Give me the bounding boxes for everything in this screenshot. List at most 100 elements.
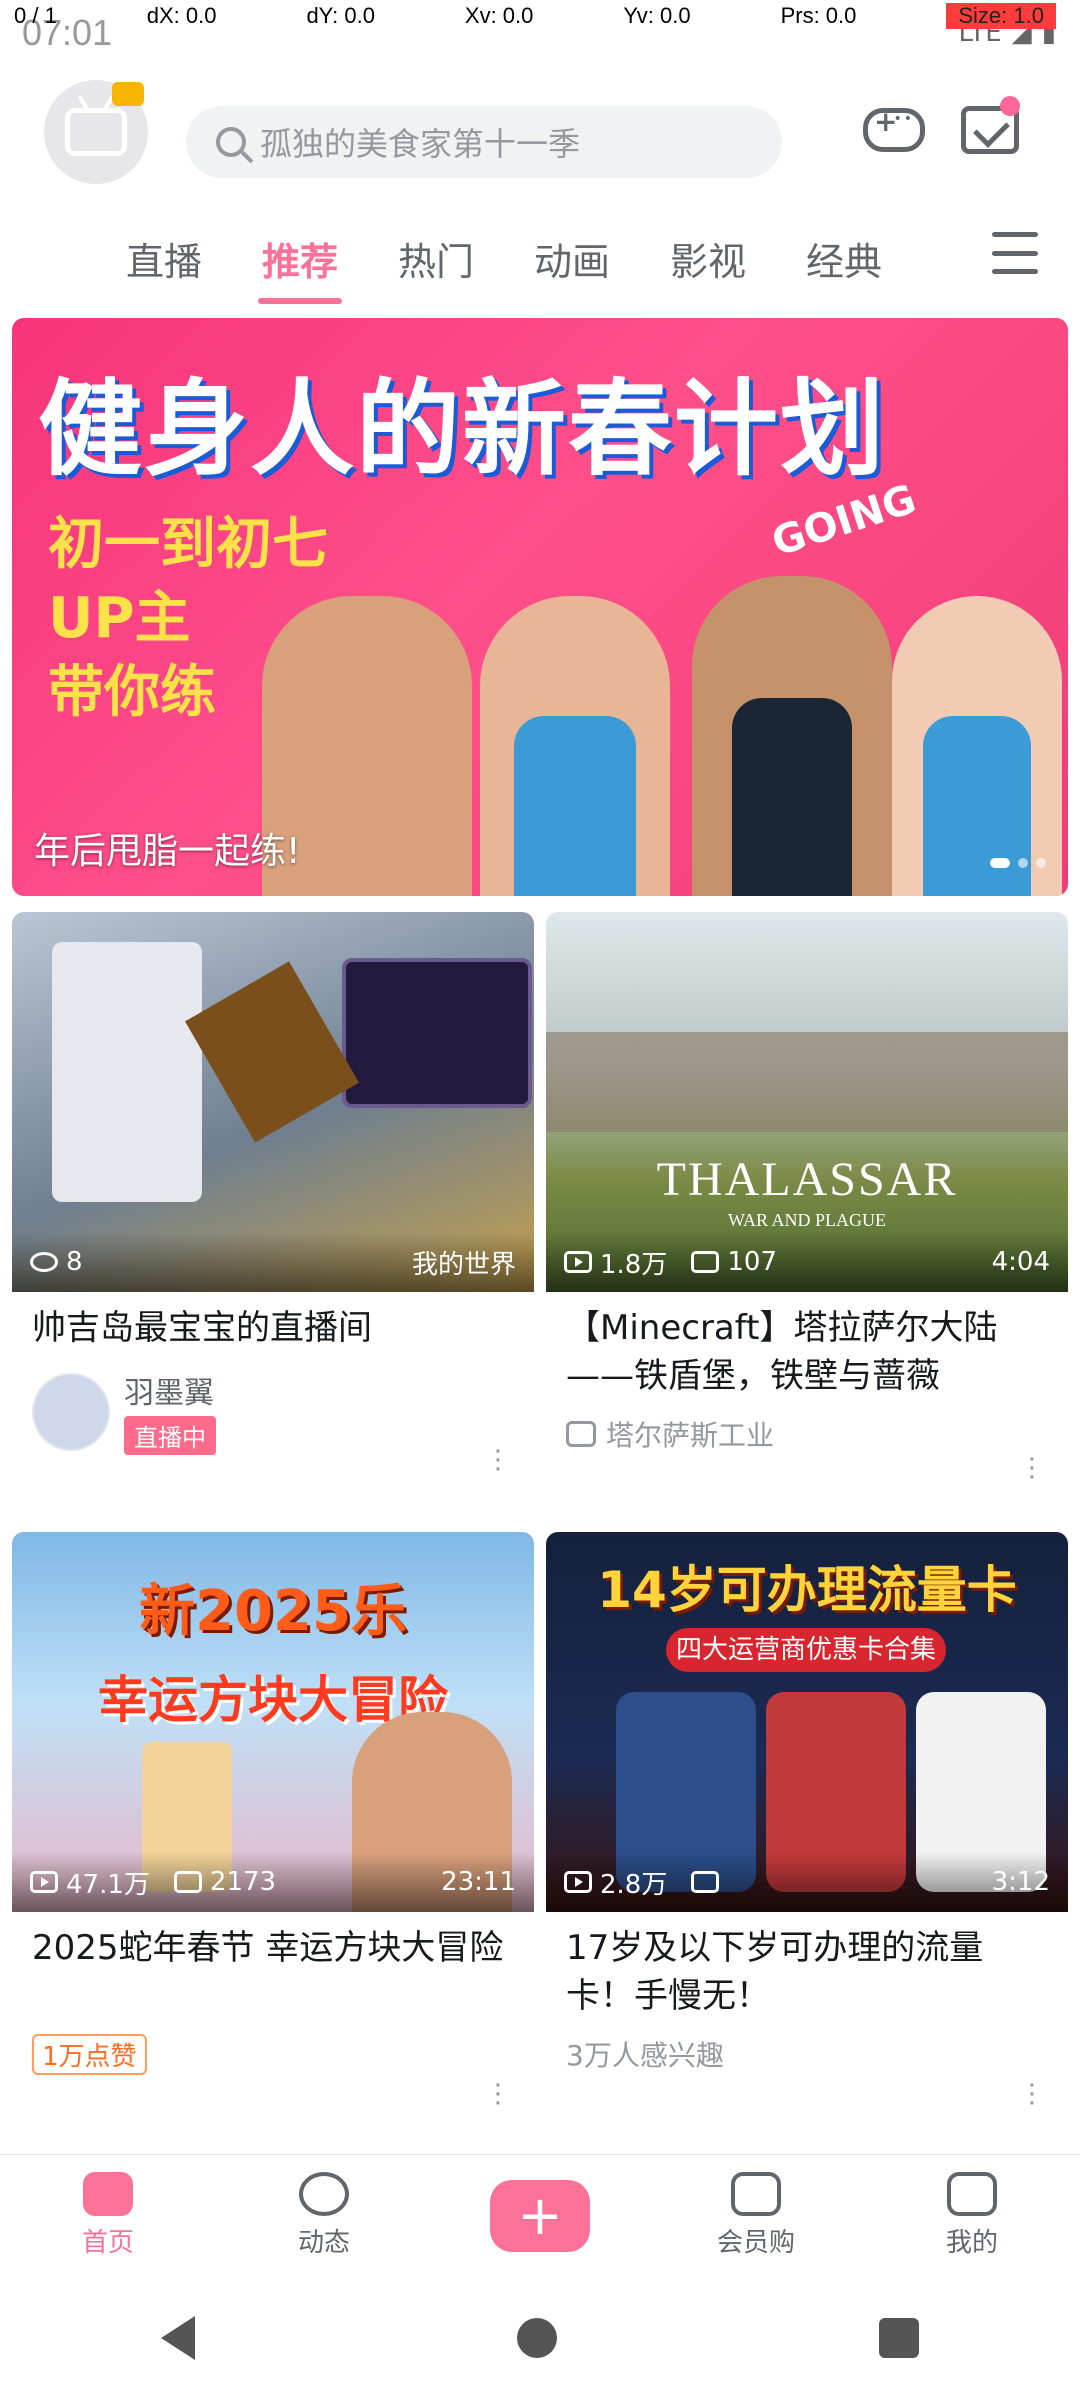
card-title: 2025蛇年春节 幸运方块大冒险: [32, 1928, 504, 1968]
card-duration: 23:11: [441, 1867, 516, 1897]
card-views: 1.8万: [600, 1249, 668, 1280]
thumbnail-title: THALASSAR: [656, 1153, 958, 1206]
pointer-debug-overlay: 0 / 1 dX: 0.0 dY: 0.0 Xv: 0.0 Yv: 0.0 Pr…: [0, 0, 1080, 32]
nav-dynamic-label: 动态: [297, 2228, 350, 2258]
tab-live[interactable]: 直播: [96, 231, 232, 286]
card-meta: 3万人感兴趣: [546, 2028, 1068, 2080]
card-title: 【Minecraft】塔拉萨尔大陆——铁盾堡，铁壁与蔷薇: [566, 1308, 998, 1396]
home-circle-icon[interactable]: [517, 2318, 557, 2358]
shop-bag-icon: [731, 2172, 781, 2216]
thumbnail-axe: [185, 961, 359, 1143]
more-options-icon[interactable]: ⋮: [1018, 2080, 1046, 2108]
thumbnail-castle: [546, 1032, 1068, 1132]
more-options-icon[interactable]: ⋮: [484, 2080, 512, 2108]
card-stats: 2.8万 3:12: [546, 1852, 1068, 1912]
danmaku-icon: [691, 1251, 720, 1273]
banner-person-4: [892, 596, 1062, 896]
banner-headline: 健身人的新春计划: [38, 368, 887, 490]
debug-pointer: 0 / 1: [14, 3, 57, 28]
tab-classic[interactable]: 经典: [776, 231, 912, 286]
back-icon[interactable]: [161, 2316, 195, 2360]
streamer-info: 羽墨翼 直播中: [124, 1368, 216, 1455]
debug-xv: Xv: 0.0: [464, 3, 534, 28]
tab-movies[interactable]: 影视: [640, 231, 776, 286]
nav-dynamic[interactable]: 动态: [216, 2155, 432, 2276]
card-author: 塔尔萨斯工业: [606, 1419, 775, 1452]
feed-card-video[interactable]: 新2025乐 幸运方块大冒险 47.1万 2173 23:11 2025蛇年春节…: [12, 1532, 534, 2142]
play-count-icon: [564, 1251, 592, 1273]
card-interest: 3万人感兴趣: [566, 2039, 724, 2072]
card-thumbnail: 8 我的世界: [12, 912, 534, 1292]
debug-prs: Prs: 0.0: [780, 3, 857, 28]
feed-card-video[interactable]: THALASSAR WAR AND PLAGUE 1.8万 107 4:04 【…: [546, 912, 1068, 1516]
feed-card-live[interactable]: 8 我的世界 帅吉岛最宝宝的直播间 羽墨翼 直播中 ⋮: [12, 912, 534, 1516]
nav-profile[interactable]: 我的: [864, 2155, 1080, 2276]
menu-icon[interactable]: [988, 226, 1042, 280]
more-options-icon[interactable]: ⋮: [484, 1446, 512, 1474]
thumbnail-title: 14岁可办理流量卡: [597, 1561, 1017, 1619]
nav-upload[interactable]: +: [432, 2155, 648, 2276]
card-danmaku: 107: [727, 1247, 777, 1277]
debug-size: Size: 1.0: [946, 3, 1056, 29]
nav-profile-label: 我的: [945, 2228, 998, 2258]
top-header: 孤独的美食家第十一季: [0, 62, 1080, 208]
debug-dy: dY: 0.0: [306, 3, 375, 28]
card-stats: 8 我的世界: [12, 1232, 534, 1292]
card-views: 2.8万: [600, 1869, 668, 1900]
banner-pagination: [990, 858, 1046, 868]
viewer-icon: [30, 1252, 58, 1272]
tab-recommend[interactable]: 推荐: [232, 231, 368, 304]
card-stats: 1.8万 107 4:04: [546, 1232, 1068, 1292]
thumbnail-top-text: 新2025乐: [139, 1579, 407, 1644]
danmaku-icon: [173, 1871, 202, 1893]
game-center-button[interactable]: [854, 90, 934, 170]
card-category: 我的世界: [411, 1249, 516, 1280]
play-count-icon: [564, 1871, 592, 1893]
nav-home[interactable]: 首页: [0, 2155, 216, 2276]
card-meta: 塔尔萨斯工业: [546, 1408, 1068, 1460]
feed-card-ad[interactable]: 14岁可办理流量卡 四大运营商优惠卡合集 2.8万 3:12 17岁及以下岁可办…: [546, 1532, 1068, 2142]
danmaku-icon: [691, 1871, 720, 1893]
search-icon: [216, 127, 246, 157]
banner-person-2: [480, 596, 670, 896]
gamepad-icon: [863, 105, 925, 152]
card-thumbnail: 14岁可办理流量卡 四大运营商优惠卡合集 2.8万 3:12: [546, 1532, 1068, 1912]
home-tv-icon: [83, 2172, 133, 2216]
more-options-icon[interactable]: ⋮: [1018, 1454, 1046, 1482]
messages-button[interactable]: [950, 90, 1030, 170]
thumbnail-character: [52, 942, 202, 1202]
nav-shop-label: 会员购: [716, 2228, 795, 2258]
card-duration: 4:04: [991, 1247, 1050, 1277]
card-title: 帅吉岛最宝宝的直播间: [32, 1308, 372, 1348]
card-views: 47.1万: [66, 1869, 150, 1900]
system-navigation: [0, 2276, 1080, 2400]
card-streamer-row: 羽墨翼 直播中: [12, 1358, 534, 1465]
thumbnail-sign: [342, 958, 532, 1108]
status-bar: 07:01 LTE ◢ ▮ 0 / 1 dX: 0.0 dY: 0.0 Xv: …: [0, 0, 1080, 58]
bottom-navigation: 首页 动态 + 会员购 我的: [0, 2154, 1080, 2276]
nav-home-label: 首页: [81, 2228, 134, 2258]
category-tabs: 直播 推荐 热门 动画 影视 经典: [0, 210, 1080, 306]
tab-anime[interactable]: 动画: [504, 231, 640, 286]
live-badge: 直播中: [124, 1416, 216, 1455]
streamer-name: 羽墨翼: [124, 1376, 214, 1411]
promo-banner[interactable]: 健身人的新春计划 初一到初七 UP主 带你练 GOING 年后甩脂一起练!: [12, 318, 1068, 896]
screen: 07:01 LTE ◢ ▮ 0 / 1 dX: 0.0 dY: 0.0 Xv: …: [0, 0, 1080, 2400]
card-danmaku: 2173: [209, 1867, 277, 1897]
tab-hot[interactable]: 热门: [368, 231, 504, 286]
banner-sub-line1: 初一到初七: [48, 512, 328, 577]
nav-shop[interactable]: 会员购: [648, 2155, 864, 2276]
card-title: 17岁及以下岁可办理的流量卡！手慢无！: [566, 1928, 984, 2016]
card-meta: 1万点赞: [12, 2028, 534, 2081]
card-stats: 47.1万 2173 23:11: [12, 1852, 534, 1912]
thumbnail-subtitle: 四大运营商优惠卡合集: [666, 1628, 946, 1672]
play-count-icon: [30, 1871, 58, 1893]
streamer-avatar[interactable]: [32, 1372, 110, 1451]
thumbnail-subtitle: WAR AND PLAGUE: [727, 1210, 886, 1230]
likes-tag: 1万点赞: [32, 2034, 147, 2075]
upload-plus-icon: +: [490, 2179, 590, 2252]
card-thumbnail: 新2025乐 幸运方块大冒险 47.1万 2173 23:11: [12, 1532, 534, 1912]
recents-square-icon[interactable]: [879, 2318, 919, 2358]
search-bar[interactable]: 孤独的美食家第十一季: [186, 106, 782, 178]
card-duration: 3:12: [991, 1867, 1050, 1897]
